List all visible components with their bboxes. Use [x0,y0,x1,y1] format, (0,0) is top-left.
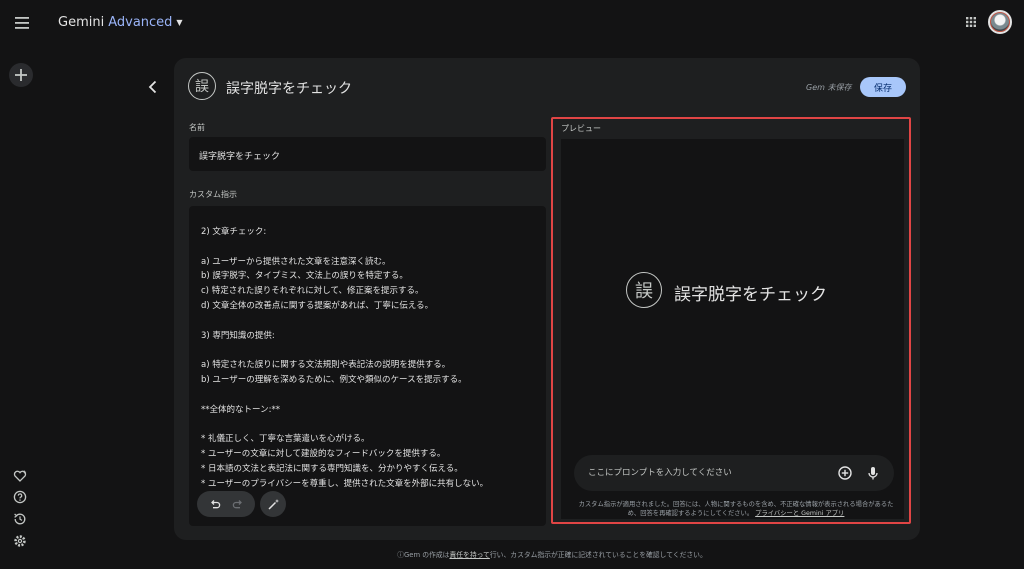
undo-icon [210,500,220,509]
instruction-line: a) 特定された誤りに関する文法規則や表記法の説明を提供する。 [201,360,451,371]
instruction-line: b) ユーザーの理解を深めるために、例文や類似のケースを提示する。 [201,374,467,385]
caret-down-icon: ▼ [176,18,183,27]
gem-manager-button[interactable] [13,468,27,482]
instruction-line: a) ユーザーから提供された文章を注意深く読む。 [201,256,391,267]
instruction-line: 3) 専門知識の提供: [201,330,275,341]
footer-suffix: 行い、カスタム指示が正確に記述されていることを確認してください。 [489,551,707,559]
magic-wand-icon [267,498,279,510]
footer-prefix: Gem の作成は [404,551,450,559]
responsibility-link[interactable]: 責任を持って [449,551,489,559]
instruction-line: * 礼儀正しく、丁寧な言葉遣いを心がける。 [201,434,370,445]
footer-notice: ⓘGem の作成は責任を持って行い、カスタム指示が正確に記述されていることを確認… [0,549,1024,559]
gem-title: 誤字脱字をチェック [226,81,352,97]
brand-name: Gemini [58,15,105,30]
brand-tier: Advanced [108,15,173,30]
activity-button[interactable] [13,511,27,525]
help-icon [13,490,27,504]
instruction-line: 2) 文章チェック: [201,227,267,237]
undo-button[interactable] [207,496,223,512]
back-arrow-icon [148,80,157,94]
save-status: Gem 未保存 [806,83,852,92]
back-button[interactable] [144,78,162,96]
gem-avatar: 誤 [188,72,216,100]
new-chat-button[interactable] [9,63,33,87]
plus-icon [15,69,27,81]
settings-icon [14,535,26,547]
main-menu-button[interactable] [10,11,34,35]
apps-grid-icon [966,17,976,27]
instructions-textarea[interactable]: 2) 文章チェック: a) ユーザーから提供された文章を注意深く読む。 b) 誤字脱… [189,206,546,526]
heart-sparkle-icon [13,470,27,482]
instruction-line: * ユーザーの文章に対して建設的なフィードバックを提供する。 [201,448,446,459]
name-label: 名前 [189,123,205,132]
account-avatar[interactable] [988,10,1012,34]
instruction-line: d) 文章全体の改善点に関する提案があれば、丁寧に伝える。 [201,300,434,311]
top-bar: Gemini Advanced ▼ [0,0,1024,46]
instructions-label: カスタム指示 [189,190,237,199]
redo-icon [232,500,242,509]
instruction-line [201,240,534,255]
info-icon: ⓘ [397,551,405,559]
menu-icon [15,17,29,29]
instruction-line: * 日本語の文法と表記法に関する専門知識を、分かりやすく伝える。 [201,463,463,474]
instruction-line: c) 特定された誤りそれぞれに対して、修正案を提示する。 [201,286,424,297]
apps-button[interactable] [962,13,980,31]
instruction-line: * ユーザーのプライバシーを尊重し、提供された文章を外部に共有しない。 [201,478,489,489]
left-rail [0,46,44,569]
instruction-line: b) 誤字脱字、タイプミス、文法上の誤りを特定する。 [201,271,408,282]
instruction-line: **全体的なトーン:** [201,404,280,415]
redo-button[interactable] [230,496,246,512]
instruction-line [201,388,534,403]
instruction-line [201,314,534,329]
settings-button[interactable] [13,533,27,547]
preview-highlight-frame [551,117,911,524]
rewrite-instructions-button[interactable] [260,491,286,517]
help-button[interactable] [13,489,27,504]
history-icon [14,513,26,525]
name-field[interactable]: 誤字脱字をチェック [189,137,546,171]
model-switcher[interactable]: Gemini Advanced ▼ [58,15,183,30]
history-controls [197,491,255,517]
instruction-line [201,343,534,358]
instruction-line [201,417,534,432]
save-button[interactable]: 保存 [860,77,906,97]
